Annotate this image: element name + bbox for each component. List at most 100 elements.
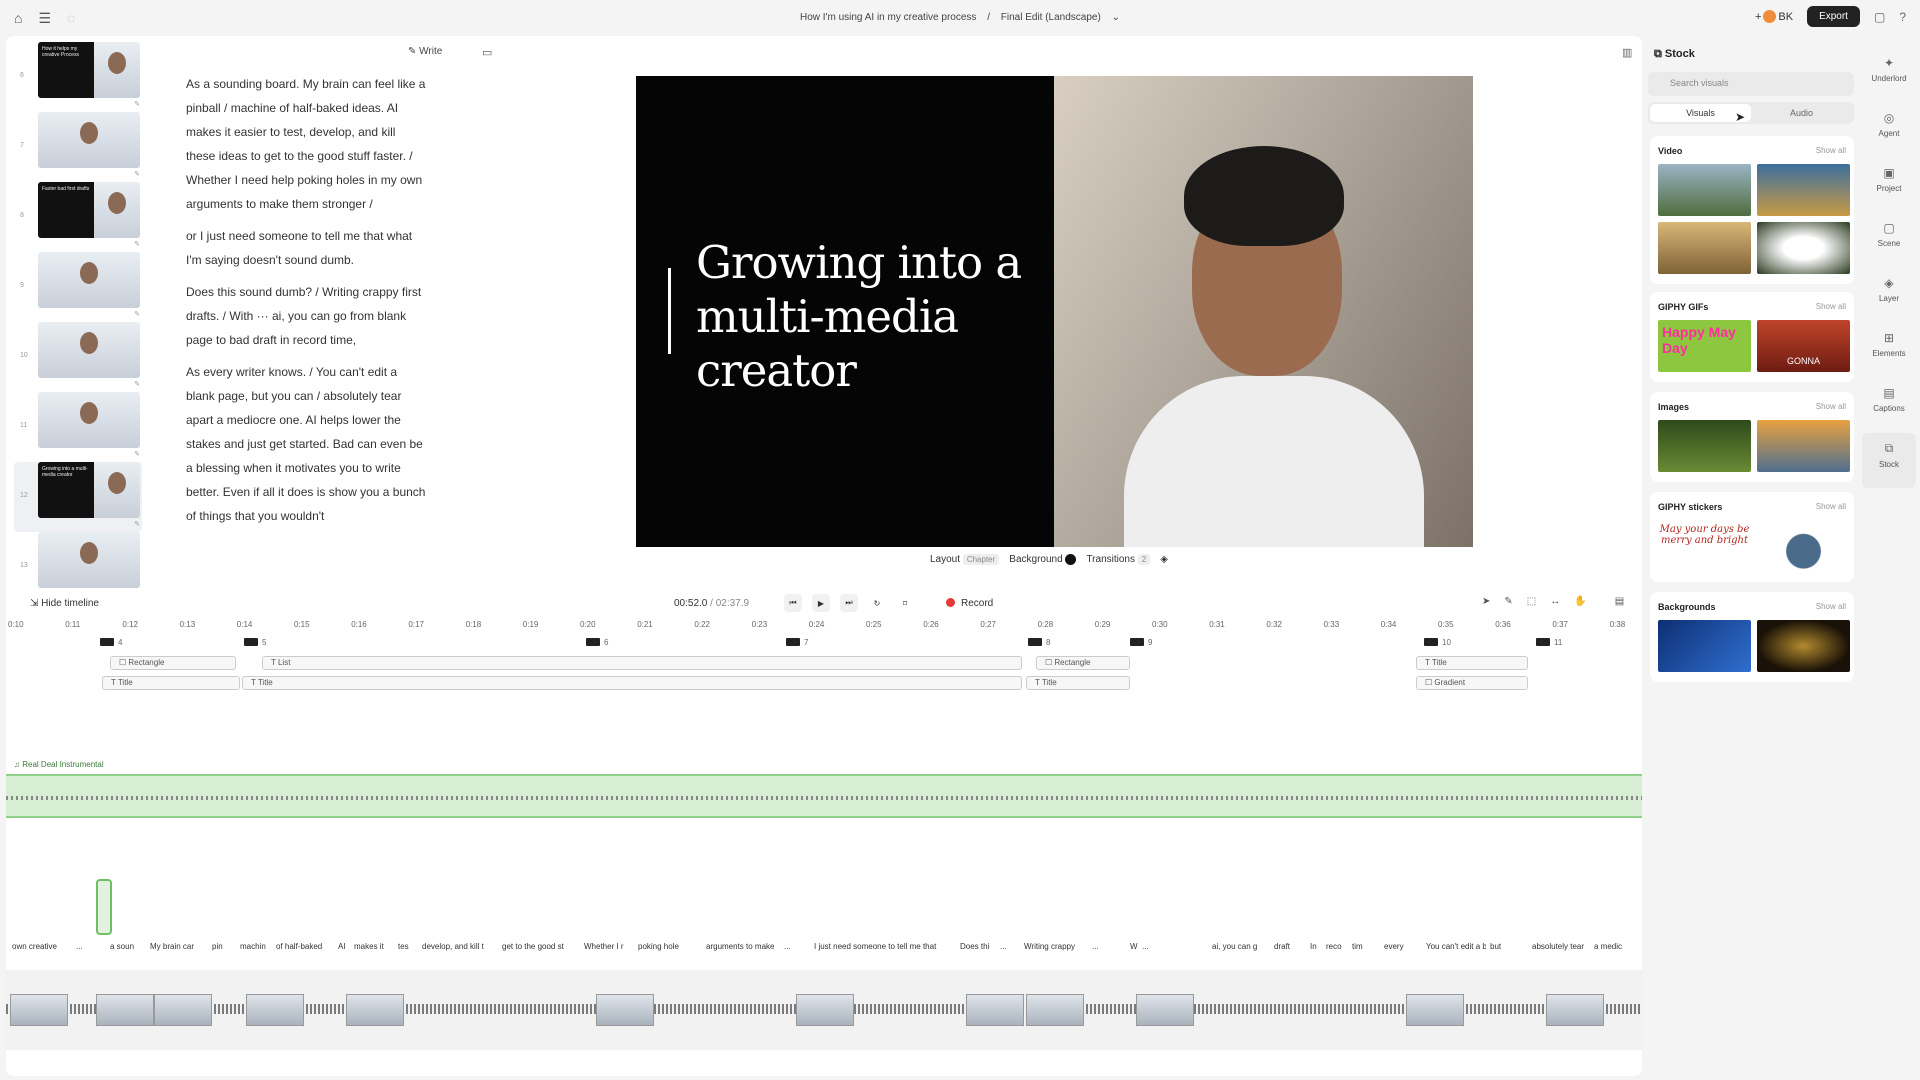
clip-rectangle[interactable]: ☐ Rectangle bbox=[1036, 656, 1130, 670]
transitions-button[interactable]: Transitions 2 bbox=[1086, 554, 1151, 566]
transcript-word[interactable]: get to the good st bbox=[502, 942, 572, 951]
transcript-word[interactable]: You can't edit a b bbox=[1426, 942, 1486, 951]
clip-title[interactable]: T Title bbox=[102, 676, 240, 690]
scene-item[interactable]: 9 ✎ bbox=[14, 252, 142, 322]
transcript-word[interactable]: absolutely tear bbox=[1532, 942, 1584, 951]
loop-icon[interactable]: ↻ bbox=[868, 594, 886, 612]
transcript-word[interactable]: My brain car bbox=[150, 942, 206, 951]
rail-item-agent[interactable]: ◎ Agent bbox=[1862, 103, 1916, 158]
clip-title[interactable]: T Title bbox=[1026, 676, 1130, 690]
clip-title[interactable]: T Title bbox=[242, 676, 1022, 690]
rail-item-captions[interactable]: ▤ Captions bbox=[1862, 378, 1916, 433]
edit-icon[interactable]: ✎ bbox=[134, 450, 140, 458]
background-thumb[interactable] bbox=[1658, 620, 1751, 672]
clip-title[interactable]: T Title bbox=[1416, 656, 1528, 670]
edit-icon[interactable]: ✎ bbox=[134, 100, 140, 108]
script-editor[interactable]: As a sounding board. My brain can feel l… bbox=[186, 72, 426, 582]
stock-image-thumb[interactable] bbox=[1658, 420, 1751, 472]
background-thumb[interactable] bbox=[1757, 620, 1850, 672]
scene-marker[interactable]: 10 bbox=[1424, 638, 1451, 647]
gif-thumb[interactable]: GONNA bbox=[1757, 320, 1850, 372]
transcript-word[interactable]: reco bbox=[1326, 942, 1348, 951]
script-paragraph[interactable]: or I just need someone to tell me that w… bbox=[186, 224, 426, 272]
transcript-word[interactable]: ... bbox=[1142, 942, 1182, 951]
rail-item-project[interactable]: ▣ Project bbox=[1862, 158, 1916, 213]
edit-icon[interactable]: ✎ bbox=[134, 520, 140, 528]
transcript-word[interactable]: machin bbox=[240, 942, 268, 951]
transcript-word[interactable]: W bbox=[1130, 942, 1140, 951]
edit-icon[interactable]: ✎ bbox=[134, 310, 140, 318]
transcript-word[interactable]: ... bbox=[1092, 942, 1114, 951]
transcript-word[interactable]: AI bbox=[338, 942, 348, 951]
stock-video-thumb[interactable] bbox=[1658, 164, 1751, 216]
scene-marker[interactable]: 7 bbox=[786, 638, 808, 647]
transcript-word[interactable]: ... bbox=[76, 942, 100, 951]
transcript-word[interactable]: ... bbox=[784, 942, 802, 951]
show-all-link[interactable]: Show all bbox=[1816, 502, 1846, 512]
voice-track[interactable] bbox=[6, 970, 1642, 1050]
edit-icon[interactable]: ✎ bbox=[134, 380, 140, 388]
bookmark-icon[interactable]: ⌑ bbox=[896, 594, 914, 612]
breadcrumb-project[interactable]: How I'm using AI in my creative process bbox=[800, 12, 976, 23]
sticker-thumb[interactable]: May your days be merry and bright bbox=[1658, 520, 1751, 572]
layers-icon[interactable]: ◈ bbox=[1160, 554, 1168, 565]
transcript-word[interactable]: ai, you can g bbox=[1212, 942, 1268, 951]
show-all-link[interactable]: Show all bbox=[1816, 402, 1846, 412]
transcript-word[interactable]: makes it bbox=[354, 942, 392, 951]
gif-thumb[interactable]: Happy May Day bbox=[1658, 320, 1751, 372]
transcript-word[interactable]: tes bbox=[398, 942, 414, 951]
transcript-word[interactable]: I just need someone to tell me that bbox=[814, 942, 954, 951]
plus-icon[interactable]: + bbox=[1755, 11, 1761, 23]
scene-marker[interactable]: 6 bbox=[586, 638, 608, 647]
edit-icon[interactable]: ✎ bbox=[134, 240, 140, 248]
stock-video-thumb[interactable] bbox=[1757, 164, 1850, 216]
transcript-word[interactable]: but bbox=[1490, 942, 1506, 951]
clip-gradient[interactable]: ☐ Gradient bbox=[1416, 676, 1528, 690]
transcript-word[interactable]: Whether I r bbox=[584, 942, 630, 951]
rail-item-elements[interactable]: ⊞ Elements bbox=[1862, 323, 1916, 378]
show-all-link[interactable]: Show all bbox=[1816, 602, 1846, 612]
script-paragraph[interactable]: As a sounding board. My brain can feel l… bbox=[186, 72, 426, 216]
scene-item[interactable]: 6 How it helps my creative Process ✎ bbox=[14, 42, 142, 112]
scene-view-icon[interactable]: ▭ bbox=[482, 46, 492, 59]
transcript-word[interactable]: a medic bbox=[1594, 942, 1638, 951]
layout-button[interactable]: Layout Chapter bbox=[930, 554, 1000, 566]
stock-video-thumb[interactable] bbox=[1658, 222, 1751, 274]
rail-item-layer[interactable]: ◈ Layer bbox=[1862, 268, 1916, 323]
transcript-word[interactable]: of half-baked bbox=[276, 942, 330, 951]
transcript-word[interactable]: tim bbox=[1352, 942, 1364, 951]
scene-item[interactable]: 13✎ bbox=[14, 532, 142, 588]
show-all-link[interactable]: Show all bbox=[1816, 146, 1846, 156]
scene-item[interactable]: 11 ✎ bbox=[14, 392, 142, 462]
sound-effect-clip[interactable] bbox=[96, 879, 112, 935]
skip-back-icon[interactable]: ⏮ bbox=[784, 594, 802, 612]
scene-marker[interactable]: 9 bbox=[1130, 638, 1152, 647]
avatar[interactable]: + BK bbox=[1755, 10, 1793, 23]
transcript-word[interactable]: Writing crappy bbox=[1024, 942, 1084, 951]
play-icon[interactable]: ▶ bbox=[812, 594, 830, 612]
breadcrumb-composition[interactable]: Final Edit (Landscape) bbox=[1001, 12, 1101, 23]
edit-icon[interactable]: ✎ bbox=[134, 170, 140, 178]
scene-marker[interactable]: 8 bbox=[1028, 638, 1050, 647]
chevron-down-icon[interactable]: ⌄ bbox=[1112, 12, 1120, 23]
pen-tool-icon[interactable]: ✎ bbox=[1504, 596, 1512, 607]
transcript-word[interactable]: poking hole bbox=[638, 942, 696, 951]
transcript-word[interactable]: Does thi bbox=[960, 942, 994, 951]
transcript-word[interactable]: arguments to make bbox=[706, 942, 774, 951]
transcript-word[interactable]: pin bbox=[212, 942, 234, 951]
clip-rectangle[interactable]: ☐ Rectangle bbox=[110, 656, 236, 670]
hand-tool-icon[interactable]: ✋ bbox=[1574, 596, 1586, 607]
transcript-word[interactable]: own creative bbox=[12, 942, 72, 951]
comment-icon[interactable]: ▢ bbox=[1874, 10, 1885, 24]
help-icon[interactable]: ? bbox=[1899, 10, 1906, 24]
transcript-word[interactable]: ... bbox=[1000, 942, 1022, 951]
video-preview[interactable]: Growing into a multi-media creator bbox=[636, 76, 1473, 547]
transcript-word[interactable]: every bbox=[1384, 942, 1412, 951]
sticker-thumb[interactable] bbox=[1757, 520, 1850, 572]
rail-item-underlord[interactable]: ✦ Underlord bbox=[1862, 48, 1916, 103]
time-ruler[interactable]: 0:10 0:11 0:12 0:13 0:14 0:15 0:16 0:17 0:18 0:19… bbox=[6, 620, 1642, 634]
transcript-word[interactable]: draft bbox=[1274, 942, 1300, 951]
scene-item[interactable]: 7 ✎ bbox=[14, 112, 142, 182]
clip-list[interactable]: T List bbox=[262, 656, 1022, 670]
script-paragraph[interactable]: Does this sound dumb? / Writing crappy f… bbox=[186, 280, 426, 352]
